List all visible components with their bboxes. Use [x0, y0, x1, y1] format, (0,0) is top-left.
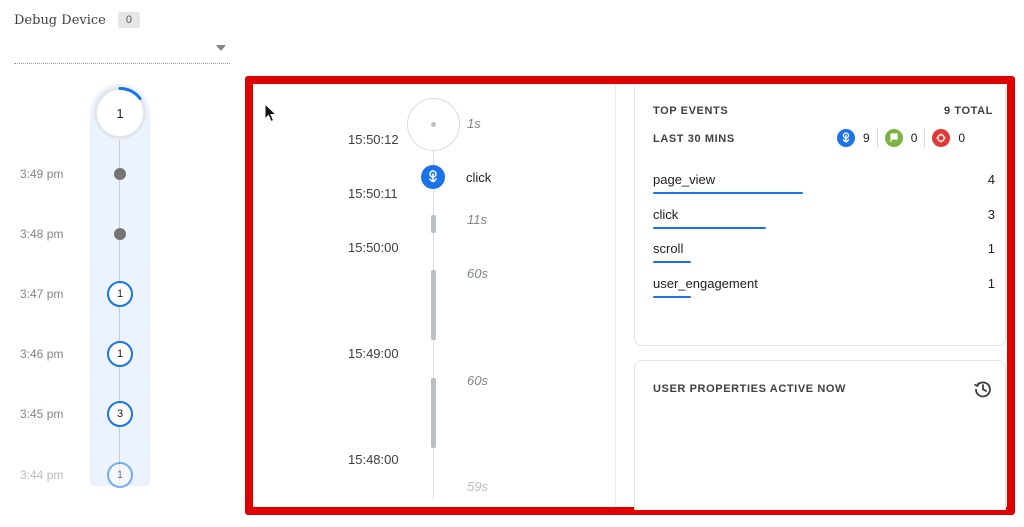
conversion-counter: 0 — [876, 128, 925, 148]
stream-gap-label: 59s — [467, 479, 488, 494]
bug-icon — [932, 129, 951, 147]
minute-time-label: 3:45 pm — [20, 407, 64, 421]
top-events-title: TOP EVENTS — [653, 105, 729, 117]
minute-event-count-bubble[interactable]: 1 — [107, 462, 133, 488]
top-events-total: 9 TOTAL — [943, 105, 993, 117]
seconds-gap-bar — [431, 378, 436, 448]
top-event-count: 3 — [987, 206, 995, 222]
error-counter-value: 0 — [958, 131, 966, 145]
stream-timestamp: 15:49:00 — [348, 346, 399, 361]
top-event-count: 1 — [987, 275, 995, 291]
stream-gap-label: 1s — [467, 116, 481, 131]
top-events-window: LAST 30 MINS — [653, 133, 735, 145]
touch-icon — [429, 170, 437, 183]
top-event-row[interactable]: page_view 4 — [653, 170, 995, 205]
minute-time-label: 3:47 pm — [20, 287, 64, 301]
stream-timestamp: 15:50:12 — [348, 132, 399, 147]
stream-gap-label: 11s — [467, 212, 487, 227]
debug-device-count-badge: 0 — [117, 12, 140, 28]
debug-device-select[interactable] — [14, 36, 230, 64]
minute-row[interactable]: 3:44 pm 1 — [0, 462, 150, 488]
minute-event-count-bubble[interactable]: 1 — [107, 281, 133, 307]
history-icon[interactable] — [973, 379, 993, 399]
mouse-cursor-icon — [264, 103, 278, 123]
minute-row[interactable]: 3:45 pm 3 — [0, 401, 150, 427]
top-event-share-bar — [653, 295, 691, 298]
minute-row[interactable]: 3:47 pm 1 — [0, 281, 150, 307]
minutes-progress-arc — [118, 87, 142, 100]
top-events-card: TOP EVENTS 9 TOTAL LAST 30 MINS 9 0 0 pa… — [634, 86, 1006, 346]
top-event-name[interactable]: click — [653, 207, 678, 222]
seconds-stream-bubble[interactable] — [407, 98, 460, 151]
seconds-gap-bar — [431, 215, 436, 233]
click-event-label[interactable]: click — [466, 170, 491, 185]
click-event-marker[interactable] — [421, 165, 445, 189]
minute-row[interactable]: 3:49 pm — [0, 161, 150, 187]
top-event-row[interactable]: scroll 1 — [653, 239, 995, 274]
flag-icon — [884, 129, 903, 147]
minute-event-count-bubble[interactable]: 3 — [107, 401, 133, 427]
minute-empty-dot[interactable] — [114, 228, 126, 240]
minute-time-label: 3:49 pm — [20, 167, 64, 181]
event-counter-value: 9 — [863, 131, 870, 145]
top-event-row[interactable]: click 3 — [653, 205, 995, 240]
event-type-counters: 9 0 0 — [837, 128, 972, 148]
stream-timestamp: 15:50:00 — [348, 240, 399, 255]
minute-empty-dot[interactable] — [114, 168, 126, 180]
minute-row[interactable]: 3:46 pm 1 — [0, 341, 150, 367]
top-event-share-bar — [653, 261, 691, 263]
minute-time-label: 3:46 pm — [20, 347, 64, 361]
dropdown-arrow-icon[interactable] — [216, 45, 226, 51]
stream-timestamp: 15:48:00 — [348, 452, 399, 467]
minute-event-count-bubble[interactable]: 1 — [107, 341, 133, 367]
user-properties-title: USER PROPERTIES ACTIVE NOW — [653, 383, 847, 395]
touch-icon — [837, 129, 855, 147]
minutes-stream-line — [119, 140, 120, 485]
stream-gap-label: 60s — [467, 373, 488, 388]
panel-divider — [615, 84, 616, 506]
minute-row[interactable]: 3:48 pm — [0, 221, 150, 247]
event-counter: 9 — [837, 128, 877, 148]
user-properties-card: USER PROPERTIES ACTIVE NOW — [634, 360, 1006, 510]
stream-timestamp: 15:50:11 — [348, 186, 398, 201]
top-events-list: page_view 4 click 3 scroll 1 user_engagement 1 — [653, 170, 995, 308]
top-event-count: 4 — [987, 172, 995, 187]
top-event-share-bar — [653, 226, 766, 229]
stream-gap-label: 60s — [467, 266, 488, 281]
top-event-name[interactable]: scroll — [653, 241, 683, 256]
debug-device-label: Debug Device — [14, 12, 106, 28]
conversion-counter-value: 0 — [910, 131, 918, 145]
top-event-share-bar — [653, 192, 803, 194]
top-event-row[interactable]: user_engagement 1 — [653, 274, 995, 309]
top-event-name[interactable]: user_engagement — [653, 276, 758, 291]
seconds-gap-bar — [431, 270, 436, 340]
top-event-count: 1 — [987, 241, 995, 256]
error-counter: 0 — [924, 128, 972, 148]
minute-time-label: 3:44 pm — [20, 468, 64, 482]
minute-time-label: 3:48 pm — [20, 227, 64, 241]
debug-device-header: Debug Device 0 — [14, 12, 140, 28]
top-event-name[interactable]: page_view — [653, 172, 715, 187]
